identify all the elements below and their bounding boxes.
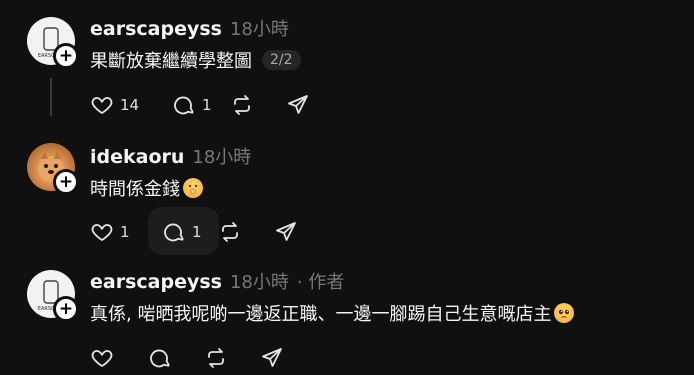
emoji-face-icon <box>188 184 198 195</box>
post-text-content: 時間係金錢 <box>90 179 180 200</box>
emoji-face-icon <box>559 309 570 318</box>
post-text-content: 果斷放棄繼續學整圖 <box>90 51 252 72</box>
avatar-2-wrapper[interactable]: + <box>27 143 79 195</box>
timestamp[interactable]: 18小時 <box>230 15 289 41</box>
action-bar: 1 1 <box>90 218 298 246</box>
post-text: 真係, 啱晒我呢啲一邊返正職、一邊一腳踢自己生意嘅店主 <box>90 300 575 326</box>
repost-icon <box>222 222 238 242</box>
comment-icon <box>164 223 184 242</box>
send-icon <box>262 348 282 367</box>
like-button[interactable]: 1 <box>90 218 142 246</box>
repost-icon <box>208 348 224 368</box>
follow-button[interactable]: + <box>53 43 79 69</box>
action-bar: 14 1 <box>90 91 310 119</box>
page-indicator: 2/2 <box>262 50 301 70</box>
like-button[interactable] <box>90 344 128 372</box>
timestamp[interactable]: 18小時 <box>192 143 251 169</box>
share-button[interactable] <box>274 218 298 246</box>
like-button[interactable]: 14 <box>90 91 152 119</box>
pleading-face-emoji-icon <box>554 303 575 323</box>
share-button[interactable] <box>260 344 284 372</box>
reply-button[interactable]: 1 <box>162 218 218 246</box>
avatar-3-wrapper[interactable]: EARSCAPE + <box>27 270 79 322</box>
hushed-face-emoji-icon <box>183 178 203 198</box>
username[interactable]: earscapeyss <box>90 18 222 40</box>
send-icon <box>288 95 308 114</box>
post-header: earscapeyss 18小時 · 作者 <box>90 268 344 294</box>
username[interactable]: earscapeyss <box>90 271 222 293</box>
heart-icon <box>91 350 113 367</box>
share-button[interactable] <box>286 91 310 119</box>
post-header: earscapeyss 18小時 <box>90 15 289 41</box>
reply-count: 1 <box>192 223 202 241</box>
send-icon <box>276 222 296 241</box>
reply-button[interactable]: 1 <box>172 91 230 119</box>
repost-button[interactable] <box>218 218 274 246</box>
follow-button[interactable]: + <box>53 296 79 322</box>
action-bar <box>90 344 284 372</box>
follow-button[interactable]: + <box>53 169 79 195</box>
post-text: 時間係金錢 <box>90 175 203 201</box>
heart-icon <box>91 224 113 241</box>
repost-button[interactable] <box>230 91 286 119</box>
author-tag: · 作者 <box>296 272 345 293</box>
like-count: 14 <box>120 96 140 114</box>
comment-icon <box>174 96 194 115</box>
comment-icon <box>150 349 170 368</box>
post-text-content: 真係, 啱晒我呢啲一邊返正職、一邊一腳踢自己生意嘅店主 <box>90 304 552 325</box>
like-count: 1 <box>120 223 130 241</box>
reply-button[interactable] <box>148 344 204 372</box>
post-text: 果斷放棄繼續學整圖 2/2 <box>90 47 301 73</box>
reply-count: 1 <box>202 96 212 114</box>
repost-button[interactable] <box>204 344 260 372</box>
post-header: idekaoru 18小時 <box>90 143 251 169</box>
username[interactable]: idekaoru <box>90 146 184 168</box>
timestamp[interactable]: 18小時 <box>230 268 289 294</box>
avatar-1-wrapper[interactable]: EARSCAPE + <box>27 17 79 69</box>
thread-line <box>50 78 52 116</box>
repost-icon <box>234 95 250 115</box>
heart-icon <box>91 97 113 114</box>
